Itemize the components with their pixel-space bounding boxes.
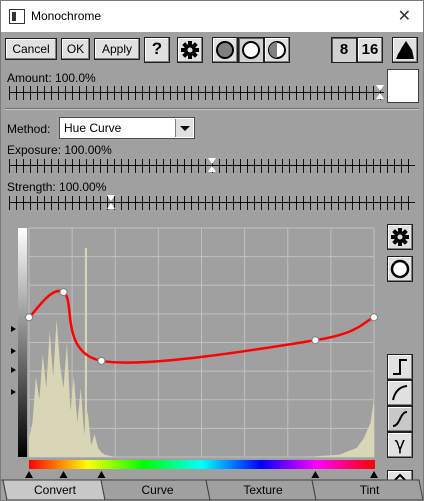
tab-texture[interactable]: Texture xyxy=(210,480,316,500)
method-value: Hue Curve xyxy=(64,121,122,135)
curve-smooth-icon xyxy=(392,385,408,401)
curve-s-icon xyxy=(392,411,408,427)
amount-slider[interactable] xyxy=(9,85,384,100)
strength-ticks xyxy=(9,196,415,210)
method-label: Method: xyxy=(7,122,51,136)
gamma-button[interactable]: γ xyxy=(387,432,413,458)
curve-circle-button[interactable] xyxy=(387,256,413,282)
exposure-slider[interactable] xyxy=(9,158,415,173)
exposure-label: Exposure: 100.00% xyxy=(7,143,112,157)
monochrome-window: Monochrome ✕ Cancel OK Apply ? 8 16 Amou… xyxy=(0,0,424,501)
histogram-icon xyxy=(396,41,414,59)
strength-track xyxy=(9,202,415,203)
circle-white-icon xyxy=(242,41,260,59)
gear-icon xyxy=(391,228,409,246)
amount-track xyxy=(9,92,384,93)
gear-icon xyxy=(181,41,199,59)
mode-half-button[interactable] xyxy=(264,37,290,63)
settings-button[interactable] xyxy=(177,37,203,63)
mode-dark-button[interactable] xyxy=(212,37,238,63)
bits-16-label: 16 xyxy=(361,41,379,58)
divider xyxy=(5,108,419,109)
curve-settings-button[interactable] xyxy=(387,224,413,250)
strength-label: Strength: 100.00% xyxy=(7,180,107,194)
circle-dark-icon xyxy=(216,41,234,59)
amount-ticks xyxy=(9,86,384,100)
mode-white-button[interactable] xyxy=(238,37,264,63)
question-icon: ? xyxy=(151,39,163,58)
title-bar: Monochrome ✕ xyxy=(1,1,423,32)
tab-convert[interactable]: Convert xyxy=(5,480,105,500)
curve-control-point[interactable] xyxy=(59,288,68,297)
close-icon[interactable]: ✕ xyxy=(398,6,411,26)
curve-control-point[interactable] xyxy=(25,313,33,322)
tab-tint[interactable]: Tint xyxy=(316,480,423,500)
amount-preview-swatch xyxy=(387,69,419,103)
main-panel: Cancel OK Apply ? 8 16 Amount: 100.0% Me… xyxy=(1,32,423,500)
ok-button[interactable]: OK xyxy=(61,38,90,60)
curve-smooth-button[interactable] xyxy=(387,380,413,406)
apply-button[interactable]: Apply xyxy=(94,38,140,60)
curve-control-point[interactable] xyxy=(370,313,378,322)
histogram-button[interactable] xyxy=(392,37,418,63)
cancel-button[interactable]: Cancel xyxy=(5,38,57,60)
bits-8-button[interactable]: 8 xyxy=(331,37,357,63)
luminance-gradient xyxy=(18,228,27,457)
curve-step-button[interactable] xyxy=(387,354,413,380)
bits-8-label: 8 xyxy=(339,41,349,58)
hue-curve-editor[interactable] xyxy=(9,224,379,480)
curve-s-button[interactable] xyxy=(387,406,413,432)
curve-control-point[interactable] xyxy=(97,356,106,365)
tab-curve[interactable]: Curve xyxy=(105,480,210,500)
circle-half-icon xyxy=(268,41,286,59)
strength-slider[interactable] xyxy=(9,195,415,210)
curve-step-icon xyxy=(393,359,407,375)
left-markers xyxy=(11,326,16,395)
window-title: Monochrome xyxy=(31,9,102,23)
chevron-down-icon[interactable] xyxy=(175,119,193,137)
app-icon xyxy=(9,9,25,24)
method-select[interactable]: Hue Curve xyxy=(59,117,195,139)
circle-white-icon xyxy=(390,259,410,279)
gamma-icon: γ xyxy=(394,434,406,455)
hue-gradient-bar xyxy=(29,460,375,469)
amount-label: Amount: 100.0% xyxy=(7,71,96,85)
curve-control-point[interactable] xyxy=(311,336,320,345)
bits-16-button[interactable]: 16 xyxy=(357,37,383,63)
help-button[interactable]: ? xyxy=(144,37,170,63)
